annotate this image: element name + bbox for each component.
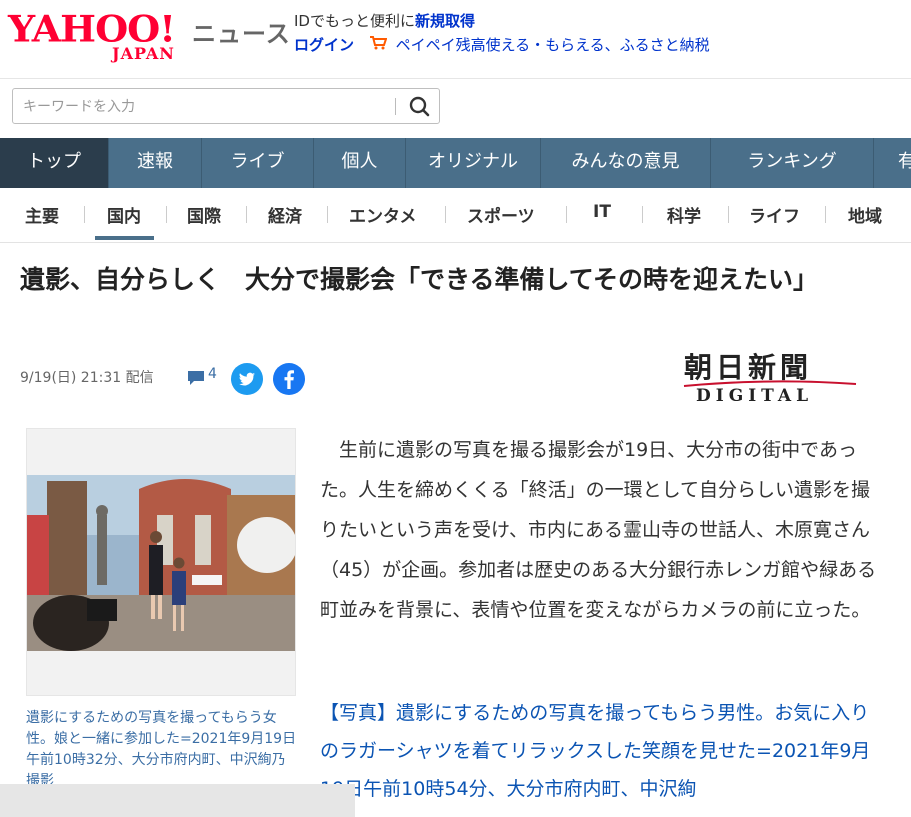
global-nav-ranking[interactable]: ランキング [710, 138, 873, 188]
category-tab-entertainment[interactable]: エンタメ [349, 202, 417, 227]
id-promo-text: IDでもっと便利に [294, 12, 415, 30]
publisher-digital: DIGITAL [696, 386, 814, 406]
paypay-promo-link[interactable]: ペイペイ残高使える・もらえる、ふるさと納税 [396, 36, 710, 54]
bottom-overlay-bar [0, 784, 355, 817]
global-nav-breaking[interactable]: 速報 [108, 138, 201, 188]
global-nav: トップ 速報 ライブ 個人 オリジナル みんなの意見 ランキング 有 [0, 138, 911, 188]
category-tab-world[interactable]: 国際 [187, 202, 221, 227]
category-divider [642, 206, 643, 223]
category-divider [327, 206, 328, 223]
article-body: 生前に遺影の写真を撮る撮影会が19日、大分市の街中であった。人生を締めくくる「終… [320, 439, 877, 621]
search-box [12, 88, 440, 124]
global-nav-more[interactable]: 有 [873, 138, 911, 188]
category-tab-it[interactable]: IT [593, 202, 611, 222]
twitter-icon [239, 372, 255, 386]
global-nav-opinions[interactable]: みんなの意見 [540, 138, 710, 188]
login-row: ログイン ペイペイ残高使える・もらえる、ふるさと納税 [294, 34, 710, 55]
category-divider [566, 206, 567, 223]
site-header: YAHOO! JAPAN ニュース IDでもっと便利に新規取得 ログイン ペイペ… [0, 0, 911, 79]
article-title: 遺影、自分らしく 大分で撮影会「できる準備してその時を迎えたい」 [20, 265, 819, 294]
category-divider [728, 206, 729, 223]
category-tab-main[interactable]: 主要 [25, 202, 59, 227]
search-button[interactable] [405, 93, 435, 119]
category-tab-life[interactable]: ライフ [749, 202, 800, 227]
cart-icon [369, 36, 392, 54]
active-tab-indicator [95, 236, 154, 240]
category-tab-domestic[interactable]: 国内 [107, 202, 141, 227]
category-tab-science[interactable]: 科学 [667, 202, 701, 227]
global-nav-individual[interactable]: 個人 [313, 138, 405, 188]
search-icon [409, 96, 430, 117]
article-photo-frame[interactable] [26, 428, 296, 696]
category-divider [246, 206, 247, 223]
category-tab-local[interactable]: 地域 [848, 202, 882, 227]
global-nav-top[interactable]: トップ [0, 138, 108, 188]
article-datetime: 9/19(日) 21:31 配信 [20, 370, 154, 386]
login-link[interactable]: ログイン [294, 36, 354, 54]
global-nav-live[interactable]: ライブ [201, 138, 313, 188]
comment-count: 4 [208, 366, 217, 382]
photo-link[interactable]: 【写真】遺影にするための写真を撮ってもらう男性。お気に入りのラガーシャツを着てリ… [320, 694, 888, 808]
id-promo: IDでもっと便利に新規取得 [294, 10, 475, 31]
service-name[interactable]: ニュース [192, 14, 291, 49]
photo-caption[interactable]: 遺影にするための写真を撮ってもらう女性。娘と一緒に参加した=2021年9月19日… [26, 708, 298, 792]
comment-icon [188, 371, 204, 385]
facebook-icon [284, 370, 294, 389]
search-divider [395, 98, 396, 115]
category-nav: 主要 国内 国際 経済 エンタメ スポーツ IT 科学 ライフ 地域 [0, 188, 911, 243]
category-divider [445, 206, 446, 223]
yahoo-japan-logo[interactable]: YAHOO! JAPAN [8, 6, 190, 63]
category-divider [166, 206, 167, 223]
twitter-share-button[interactable] [231, 363, 263, 395]
article-photo [27, 475, 295, 651]
publisher-logo[interactable]: 朝日新聞 DIGITAL [680, 346, 860, 410]
facebook-share-button[interactable] [273, 363, 305, 395]
category-divider [84, 206, 85, 223]
category-tab-sports[interactable]: スポーツ [467, 202, 535, 227]
global-nav-original[interactable]: オリジナル [405, 138, 540, 188]
logo-japan-text: JAPAN [112, 44, 175, 63]
category-tab-economy[interactable]: 経済 [268, 202, 302, 227]
category-divider [825, 206, 826, 223]
signup-link[interactable]: 新規取得 [415, 12, 475, 30]
search-input[interactable] [21, 95, 395, 119]
